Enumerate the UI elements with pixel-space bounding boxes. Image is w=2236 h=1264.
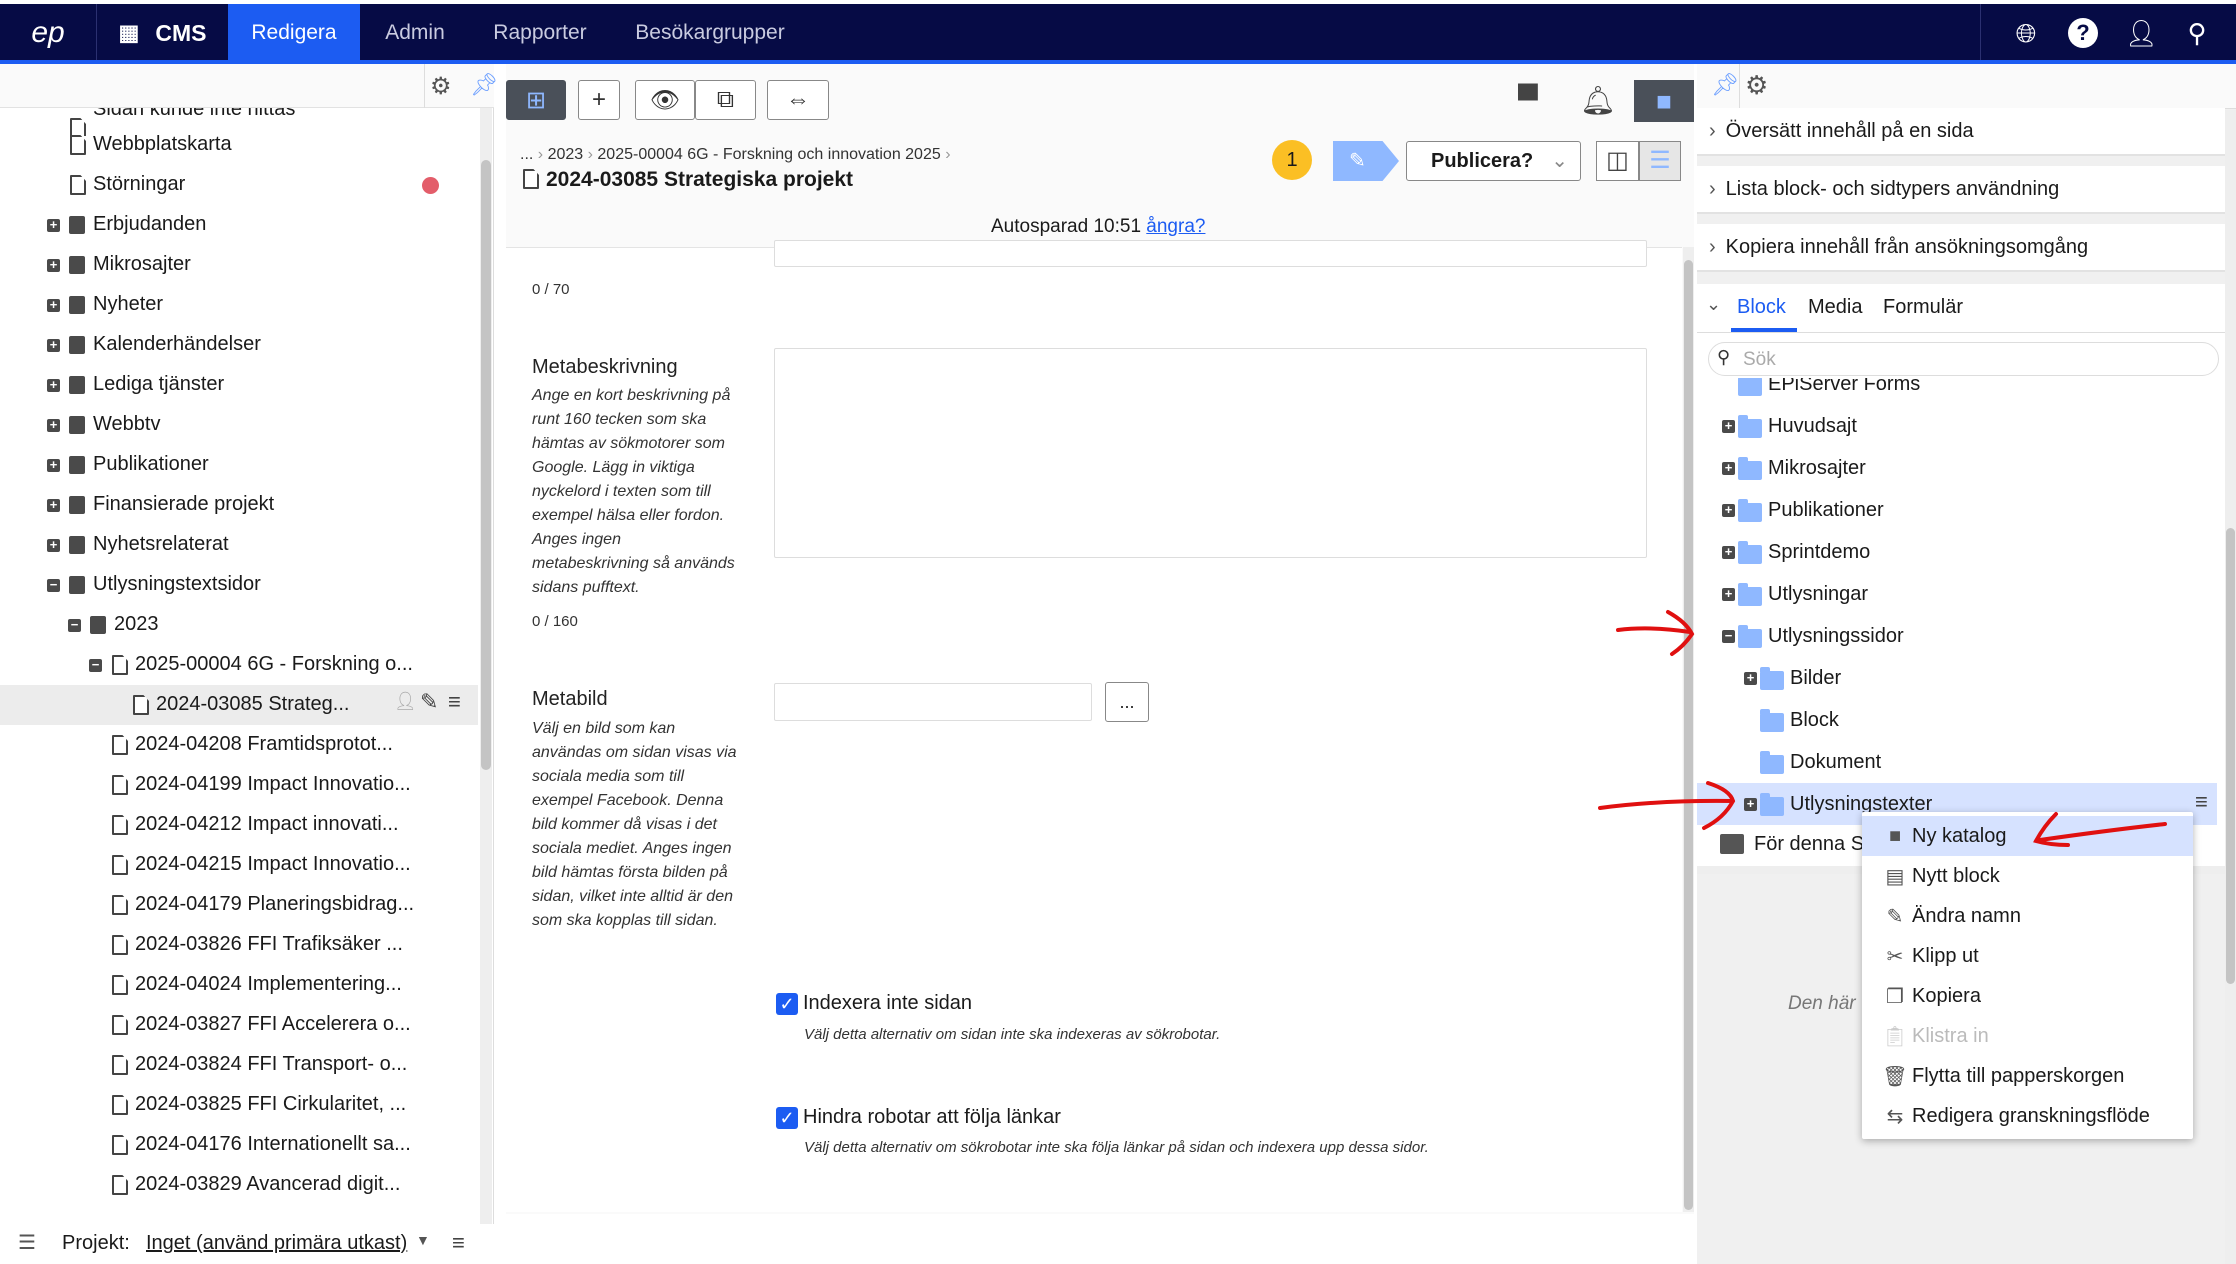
annotation-arrow-utlysningssidor (1616, 610, 1695, 656)
annotation-arrow-ny-katalog (2033, 812, 2167, 847)
annotation-arrow-utlysningstexter (1598, 781, 1736, 830)
red-annotation-arrows (1598, 610, 2167, 847)
